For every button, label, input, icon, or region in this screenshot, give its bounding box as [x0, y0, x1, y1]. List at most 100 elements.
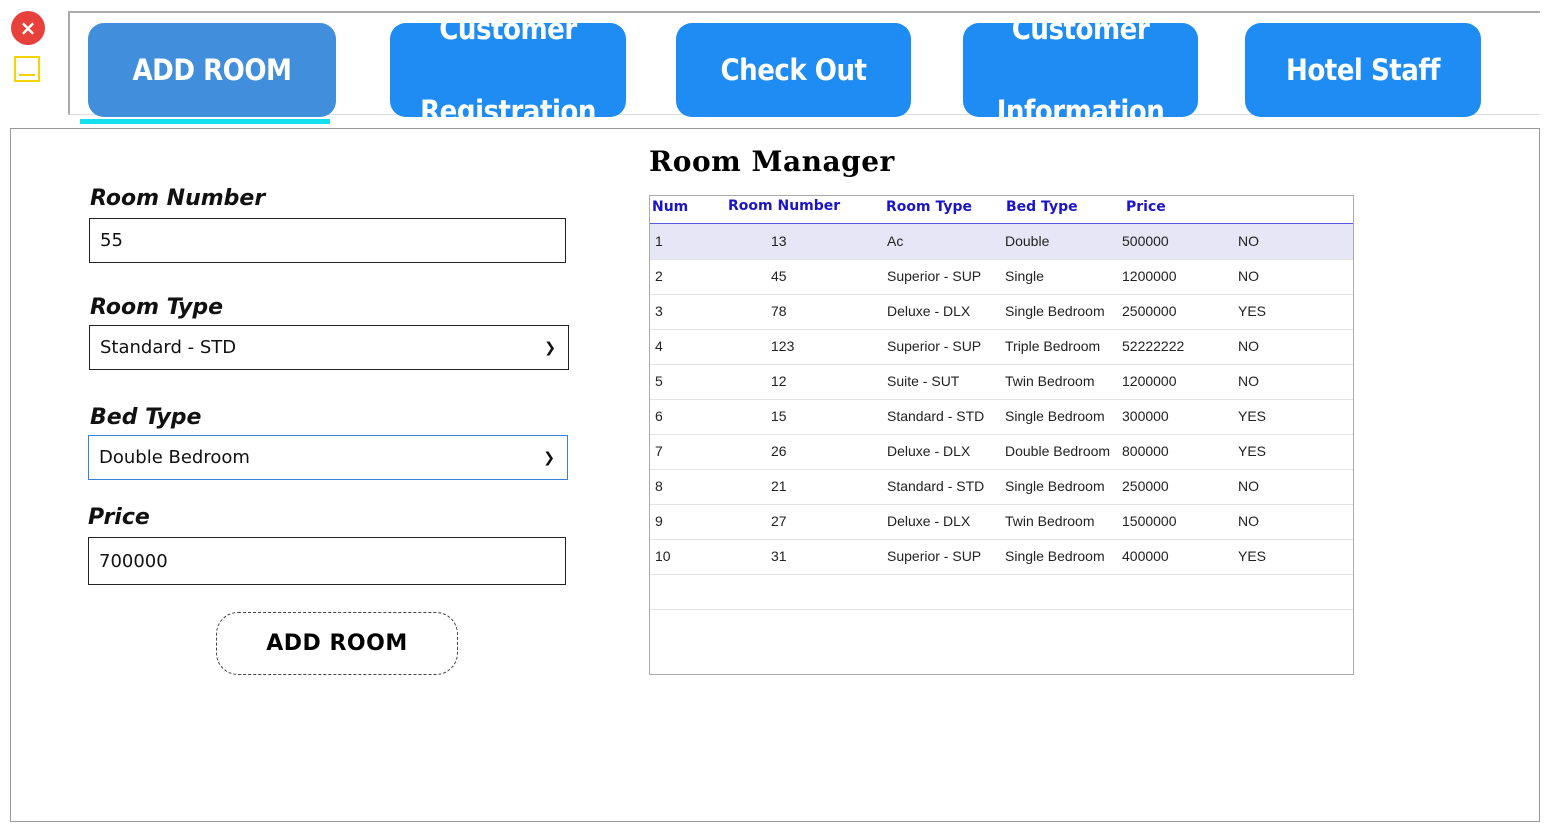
table-cell: YES: [1238, 548, 1267, 564]
chevron-down-icon: ❯: [543, 449, 555, 466]
tab-customer-registration[interactable]: Customer Registration: [390, 12, 626, 128]
room-number-label: Room Number: [90, 186, 266, 211]
table-cell: NO: [1238, 338, 1259, 354]
table-row[interactable]: 3 78 Deluxe - DLX Single Bedroom 2500000 YES: [650, 294, 1353, 330]
table-cell: 21: [771, 478, 787, 494]
table-cell: Superior - SUP: [887, 548, 982, 564]
table-cell: Triple Bedroom: [1005, 338, 1101, 354]
tab-hotel-staff[interactable]: Hotel Staff: [1245, 23, 1481, 117]
active-tab-indicator: [80, 119, 330, 124]
table-cell: 26: [771, 443, 787, 459]
table-cell: 1200000: [1122, 373, 1177, 389]
table-cell: 31: [771, 548, 787, 564]
table-cell: Single Bedroom: [1005, 303, 1105, 319]
table-cell: Standard - STD: [887, 408, 985, 424]
room-type-value: Standard - STD: [100, 337, 237, 358]
price-input[interactable]: 700000: [88, 537, 566, 585]
table-row[interactable]: 7 26 Deluxe - DLX Double Bedroom 800000 YES: [650, 434, 1353, 470]
table-cell: 250000: [1122, 478, 1169, 494]
room-type-select[interactable]: Standard - STD ❯: [89, 325, 569, 370]
bed-type-value: Double Bedroom: [99, 447, 250, 468]
column-header-room-number[interactable]: Room Number: [728, 198, 840, 214]
table-cell: 78: [771, 303, 787, 319]
table-cell: 1500000: [1122, 513, 1177, 529]
table-cell: Suite - SUT: [887, 373, 960, 389]
table-cell: YES: [1238, 443, 1267, 459]
table-cell: 500000: [1122, 233, 1169, 249]
table-cell: 9: [655, 513, 663, 529]
chevron-down-icon: ❯: [544, 339, 556, 356]
price-label: Price: [88, 505, 150, 530]
tab-check-out[interactable]: Check Out: [676, 23, 911, 117]
table-cell: 2500000: [1122, 303, 1177, 319]
grid-title: Room Manager: [649, 145, 895, 178]
table-cell: NO: [1238, 513, 1259, 529]
column-header-price[interactable]: Price: [1126, 199, 1166, 215]
table-cell: 400000: [1122, 548, 1169, 564]
add-room-button[interactable]: ADD ROOM: [216, 612, 458, 675]
table-cell: 4: [655, 338, 663, 354]
table-cell: 2: [655, 268, 663, 284]
table-cell: Double Bedroom: [1005, 443, 1111, 459]
table-row[interactable]: 6 15 Standard - STD Single Bedroom 300000 YES: [650, 399, 1353, 435]
room-table[interactable]: Num Room Number Room Type Bed Type Price…: [649, 195, 1354, 675]
close-window-icon[interactable]: ×: [11, 11, 45, 45]
table-cell: 3: [655, 303, 663, 319]
table-row[interactable]: 5 12 Suite - SUT Twin Bedroom 1200000 NO: [650, 364, 1353, 400]
table-cell: 1200000: [1122, 268, 1177, 284]
table-cell: 12: [771, 373, 787, 389]
table-cell: 800000: [1122, 443, 1169, 459]
table-cell: Twin Bedroom: [1005, 513, 1095, 529]
top-navigation: ADD ROOM Customer Registration Check Out …: [68, 11, 1540, 128]
table-cell: Deluxe - DLX: [887, 443, 971, 459]
column-header-bed-type[interactable]: Bed Type: [1006, 199, 1078, 215]
table-row-empty[interactable]: [650, 574, 1353, 610]
table-row[interactable]: 8 21 Standard - STD Single Bedroom 250000 NO: [650, 469, 1353, 505]
table-cell: 7: [655, 443, 663, 459]
table-cell: Single Bedroom: [1005, 548, 1105, 564]
table-cell: 52222222: [1122, 338, 1185, 354]
table-cell: 15: [771, 408, 787, 424]
room-type-label: Room Type: [90, 295, 224, 320]
table-row[interactable]: 4 123 Superior - SUP Triple Bedroom 52222222…: [650, 329, 1353, 365]
room-number-value: 55: [100, 230, 123, 251]
table-cell: Single: [1005, 268, 1044, 284]
price-value: 700000: [99, 550, 168, 572]
table-cell: Double: [1005, 233, 1050, 249]
table-cell: 123: [771, 338, 795, 354]
table-row[interactable]: 2 45 Superior - SUP Single 1200000 NO: [650, 259, 1353, 295]
table-cell: 300000: [1122, 408, 1169, 424]
room-number-input[interactable]: 55: [89, 218, 566, 263]
bed-type-label: Bed Type: [90, 405, 202, 430]
table-cell: Standard - STD: [887, 478, 985, 494]
bed-type-select[interactable]: Double Bedroom ❯: [88, 435, 568, 480]
table-cell: NO: [1238, 373, 1259, 389]
table-cell: Superior - SUP: [887, 268, 982, 284]
table-cell: Single Bedroom: [1005, 408, 1105, 424]
table-cell: Ac: [887, 233, 904, 249]
table-cell: 13: [771, 233, 787, 249]
table-header: Num Room Number Room Type Bed Type Price: [650, 196, 1353, 227]
table-cell: Deluxe - DLX: [887, 513, 971, 529]
table-cell: NO: [1238, 233, 1259, 249]
column-header-num[interactable]: Num: [652, 199, 688, 215]
minimize-window-icon[interactable]: [14, 56, 40, 82]
table-cell: 10: [655, 548, 671, 564]
table-cell: 45: [771, 268, 787, 284]
table-row[interactable]: 1 13 Ac Double 500000 NO: [650, 224, 1353, 260]
table-cell: 8: [655, 478, 663, 494]
table-row[interactable]: 10 31 Superior - SUP Single Bedroom 400000 YE…: [650, 539, 1353, 575]
table-cell: Single Bedroom: [1005, 478, 1105, 494]
column-header-room-type[interactable]: Room Type: [886, 199, 972, 215]
table-cell: YES: [1238, 408, 1267, 424]
table-cell: Deluxe - DLX: [887, 303, 971, 319]
table-cell: YES: [1238, 303, 1267, 319]
table-cell: NO: [1238, 268, 1259, 284]
table-cell: Superior - SUP: [887, 338, 982, 354]
tab-add-room[interactable]: ADD ROOM: [88, 23, 336, 117]
table-row[interactable]: 9 27 Deluxe - DLX Twin Bedroom 1500000 NO: [650, 504, 1353, 540]
table-cell: 1: [655, 233, 663, 249]
table-cell: 27: [771, 513, 787, 529]
table-cell: 6: [655, 408, 663, 424]
tab-customer-information[interactable]: Customer Information: [963, 12, 1198, 128]
